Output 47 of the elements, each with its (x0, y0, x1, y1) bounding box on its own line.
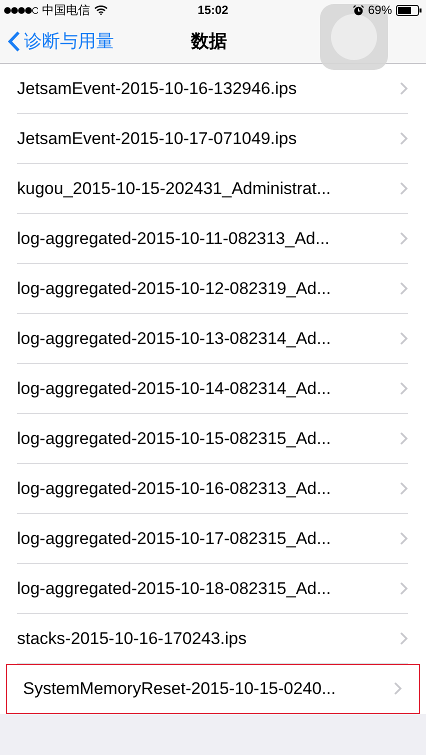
chevron-right-icon (400, 332, 408, 345)
file-name: stacks-2015-10-16-170243.ips (17, 628, 248, 650)
list-row[interactable]: log-aggregated-2015-10-17-082315_Ad... (0, 514, 426, 564)
list-row[interactable]: SystemMemoryReset-2015-10-15-0240... (6, 664, 420, 714)
chevron-right-icon (400, 282, 408, 295)
list-row[interactable]: log-aggregated-2015-10-14-082314_Ad... (0, 364, 426, 414)
file-name: log-aggregated-2015-10-18-082315_Ad... (17, 578, 332, 600)
chevron-right-icon (400, 232, 408, 245)
wifi-icon (94, 5, 108, 15)
list-row[interactable]: log-aggregated-2015-10-13-082314_Ad... (0, 314, 426, 364)
battery-icon (396, 4, 422, 16)
chevron-right-icon (400, 532, 408, 545)
file-name: log-aggregated-2015-10-14-082314_Ad... (17, 378, 332, 400)
file-name: SystemMemoryReset-2015-10-15-0240... (23, 678, 337, 700)
carrier-label: 中国电信 (42, 2, 90, 19)
list-row[interactable]: stacks-2015-10-16-170243.ips (0, 614, 426, 664)
file-name: log-aggregated-2015-10-12-082319_Ad... (17, 278, 332, 300)
chevron-left-icon (8, 31, 20, 52)
file-name: kugou_2015-10-15-202431_Administrat... (17, 178, 332, 200)
signal-icon (4, 6, 38, 14)
file-name: log-aggregated-2015-10-15-082315_Ad... (17, 428, 332, 450)
file-name: JetsamEvent-2015-10-17-071049.ips (17, 128, 298, 150)
chevron-right-icon (400, 632, 408, 645)
chevron-right-icon (400, 82, 408, 95)
list-row[interactable]: log-aggregated-2015-10-16-082313_Ad... (0, 464, 426, 514)
status-time: 15:02 (198, 2, 228, 19)
list-row[interactable]: log-aggregated-2015-10-12-082319_Ad... (0, 264, 426, 314)
chevron-right-icon (400, 182, 408, 195)
list-row[interactable]: log-aggregated-2015-10-11-082313_Ad... (0, 214, 426, 264)
list-row[interactable]: log-aggregated-2015-10-18-082315_Ad... (0, 564, 426, 614)
chevron-right-icon (394, 682, 402, 695)
file-name: log-aggregated-2015-10-17-082315_Ad... (17, 528, 332, 550)
chevron-right-icon (400, 582, 408, 595)
list-row[interactable]: kugou_2015-10-15-202431_Administrat... (0, 164, 426, 214)
chevron-right-icon (400, 432, 408, 445)
chevron-right-icon (400, 482, 408, 495)
chevron-right-icon (400, 132, 408, 145)
nav-title: 数据 (191, 30, 227, 53)
list-row[interactable]: log-aggregated-2015-10-15-082315_Ad... (0, 414, 426, 464)
file-name: JetsamEvent-2015-10-16-132946.ips (17, 78, 298, 100)
battery-percentage: 69% (368, 2, 392, 19)
file-name: log-aggregated-2015-10-13-082314_Ad... (17, 328, 332, 350)
file-name: log-aggregated-2015-10-16-082313_Ad... (17, 478, 332, 500)
list-row[interactable]: JetsamEvent-2015-10-17-071049.ips (0, 114, 426, 164)
chevron-right-icon (400, 382, 408, 395)
file-name: log-aggregated-2015-10-11-082313_Ad... (17, 228, 331, 250)
back-button[interactable]: 诊断与用量 (0, 28, 114, 55)
